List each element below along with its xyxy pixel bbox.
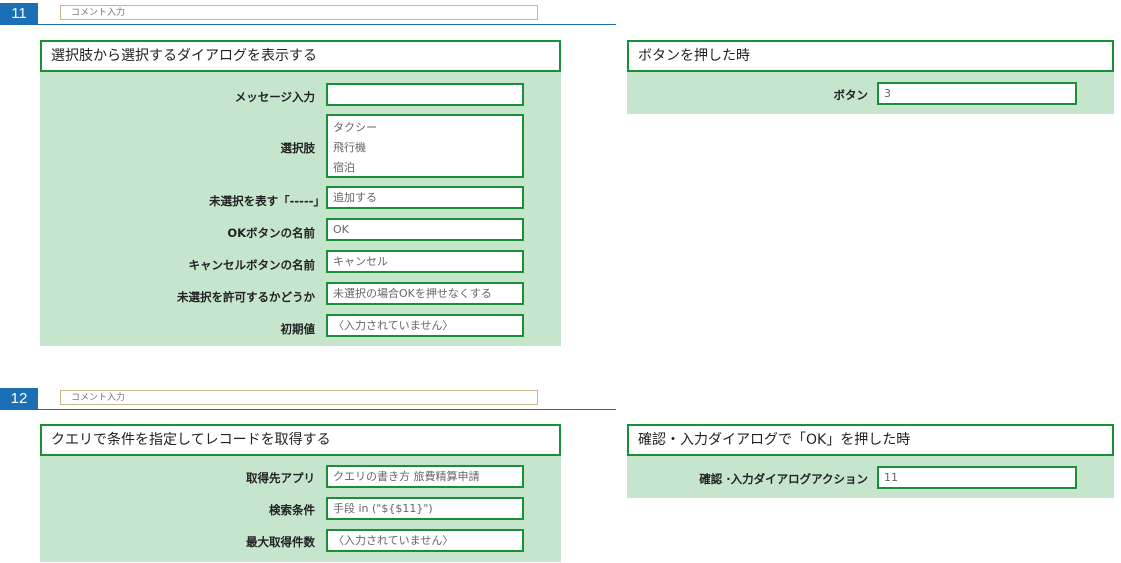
button-value-input[interactable]: 3: [877, 82, 1077, 105]
unselected-input[interactable]: 追加する: [326, 186, 524, 209]
comment-input[interactable]: コメント入力: [60, 390, 538, 405]
step-number: 12: [0, 388, 38, 410]
panel-title[interactable]: ボタンを押した時: [627, 40, 1114, 72]
button-pressed-panel: ボタンを押した時 ボタン 3: [627, 40, 1114, 114]
panel-title[interactable]: クエリで条件を指定してレコードを取得する: [40, 424, 561, 456]
max-count-label: 最大取得件数: [246, 535, 315, 549]
dialog-action-label: 確認 ·入力ダイアログアクション: [699, 472, 868, 486]
step-number: 11: [0, 3, 38, 25]
source-app-label: 取得先アプリ: [246, 471, 315, 485]
comment-input[interactable]: コメント入力: [60, 5, 538, 20]
step-row-12: 12 コメント入力 クエリで条件を指定してレコードを取得する 取得先アプリ クエ…: [0, 388, 1121, 563]
panel-body: 確認 ·入力ダイアログアクション 11: [627, 456, 1114, 498]
option-item[interactable]: 宿泊: [333, 158, 522, 176]
panel-body: 取得先アプリ クエリの書き方 旅費精算申請 検索条件 手段 in ("${$11…: [40, 456, 561, 562]
query-records-panel: クエリで条件を指定してレコードを取得する 取得先アプリ クエリの書き方 旅費精算…: [40, 424, 561, 562]
dialog-action-input[interactable]: 11: [877, 466, 1077, 489]
cancel-name-input[interactable]: キャンセル: [326, 250, 524, 273]
initial-value-input[interactable]: 〈入力されていません〉: [326, 314, 524, 337]
panel-title[interactable]: 選択肢から選択するダイアログを表示する: [40, 40, 561, 72]
search-condition-label: 検索条件: [269, 503, 315, 517]
ok-pressed-panel: 確認・入力ダイアログで「OK」を押した時 確認 ·入力ダイアログアクション 11: [627, 424, 1114, 498]
ok-name-label: OKボタンの名前: [227, 226, 315, 240]
row-divider: [38, 24, 616, 25]
message-label: メッセージ入力: [234, 90, 315, 104]
allow-unselected-label: 未選択を許可するかどうか: [177, 290, 315, 304]
option-item[interactable]: タクシー: [333, 118, 522, 138]
max-count-input[interactable]: 〈入力されていません〉: [326, 529, 524, 552]
options-label: 選択肢: [280, 141, 316, 155]
panel-body: ボタン 3: [627, 72, 1114, 114]
panel-title[interactable]: 確認・入力ダイアログで「OK」を押した時: [627, 424, 1114, 456]
row-divider: [38, 409, 616, 410]
source-app-input[interactable]: クエリの書き方 旅費精算申請: [326, 465, 524, 488]
unselected-label: 未選択を表す「-----」: [209, 194, 325, 208]
step-row-11: 11 コメント入力 選択肢から選択するダイアログを表示する メッセージ入力 選択…: [0, 3, 1121, 349]
initial-value-label: 初期値: [280, 322, 316, 336]
option-item[interactable]: 飛行機: [333, 138, 522, 158]
choice-dialog-panel: 選択肢から選択するダイアログを表示する メッセージ入力 選択肢 タクシー 飛行機…: [40, 40, 561, 346]
allow-unselected-select[interactable]: 未選択の場合OKを押せなくする: [326, 282, 524, 305]
panel-body: メッセージ入力 選択肢 タクシー 飛行機 宿泊 未選択を表す「-----」 追加…: [40, 72, 561, 346]
ok-name-input[interactable]: OK: [326, 218, 524, 241]
options-list[interactable]: タクシー 飛行機 宿泊: [326, 114, 524, 178]
search-condition-input[interactable]: 手段 in ("${$11}"): [326, 497, 524, 520]
button-label: ボタン: [833, 88, 869, 102]
cancel-name-label: キャンセルボタンの名前: [188, 258, 316, 272]
message-input[interactable]: [326, 83, 524, 106]
